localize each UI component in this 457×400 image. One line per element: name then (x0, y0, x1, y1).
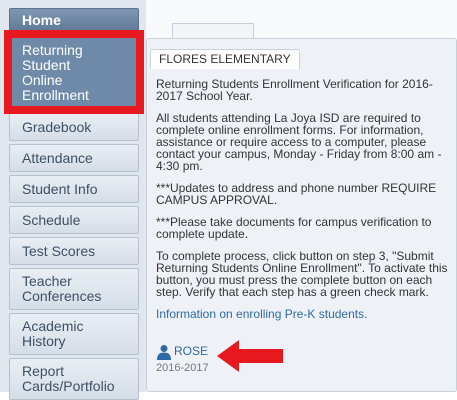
sidebar-item-test-scores[interactable]: Test Scores (9, 237, 139, 265)
student-name-link[interactable]: ROSE (174, 344, 208, 358)
sidebar-item-student-info[interactable]: Student Info (9, 175, 139, 203)
student-year: 2016-2017 (156, 362, 209, 374)
sidebar-item-label: Home (22, 11, 61, 28)
person-icon (157, 345, 171, 360)
red-arrow-icon (217, 340, 283, 372)
sidebar-item-label: Schedule (22, 211, 81, 228)
sidebar-item-label: Test Scores (22, 242, 96, 259)
sidebar-item-label: Teacher Conferences (22, 273, 102, 304)
sidebar-item-label: Student Info (22, 180, 98, 197)
paragraph-requirements: All students attending La Joya ISD are r… (156, 111, 442, 173)
sidebar-item-report-cards-portfolio[interactable]: Report Cards/Portfolio (9, 358, 139, 400)
sidebar-item-gradebook[interactable]: Gradebook (9, 113, 139, 141)
panel-content: Returning Students Enrollment Verificati… (156, 78, 452, 330)
sidebar-item-label: Gradebook (22, 118, 92, 135)
paragraph-instructions: To complete process, click button on ste… (156, 249, 448, 299)
prek-info-link[interactable]: Information on enrolling Pre-K students. (156, 307, 367, 321)
sidebar-item-teacher-conferences[interactable]: Teacher Conferences (9, 268, 139, 310)
highlight-box (4, 30, 144, 114)
paragraph-documents-notice: ***Please take documents for campus veri… (156, 215, 432, 241)
sidebar-item-academic-history[interactable]: Academic History (9, 313, 139, 355)
tab-school[interactable]: FLORES ELEMENTARY (150, 49, 300, 69)
sidebar-item-schedule[interactable]: Schedule (9, 206, 139, 234)
paragraph-intro: Returning Students Enrollment Verificati… (156, 77, 433, 103)
sidebar-item-label: Report Cards/Portfolio (22, 363, 115, 394)
sidebar-item-label: Academic History (22, 318, 84, 349)
sidebar-item-label: Attendance (22, 149, 93, 166)
sidebar-item-attendance[interactable]: Attendance (9, 144, 139, 172)
sidebar-item-home[interactable]: Home (9, 8, 139, 32)
paragraph-address-notice: ***Updates to address and phone number R… (156, 181, 437, 207)
